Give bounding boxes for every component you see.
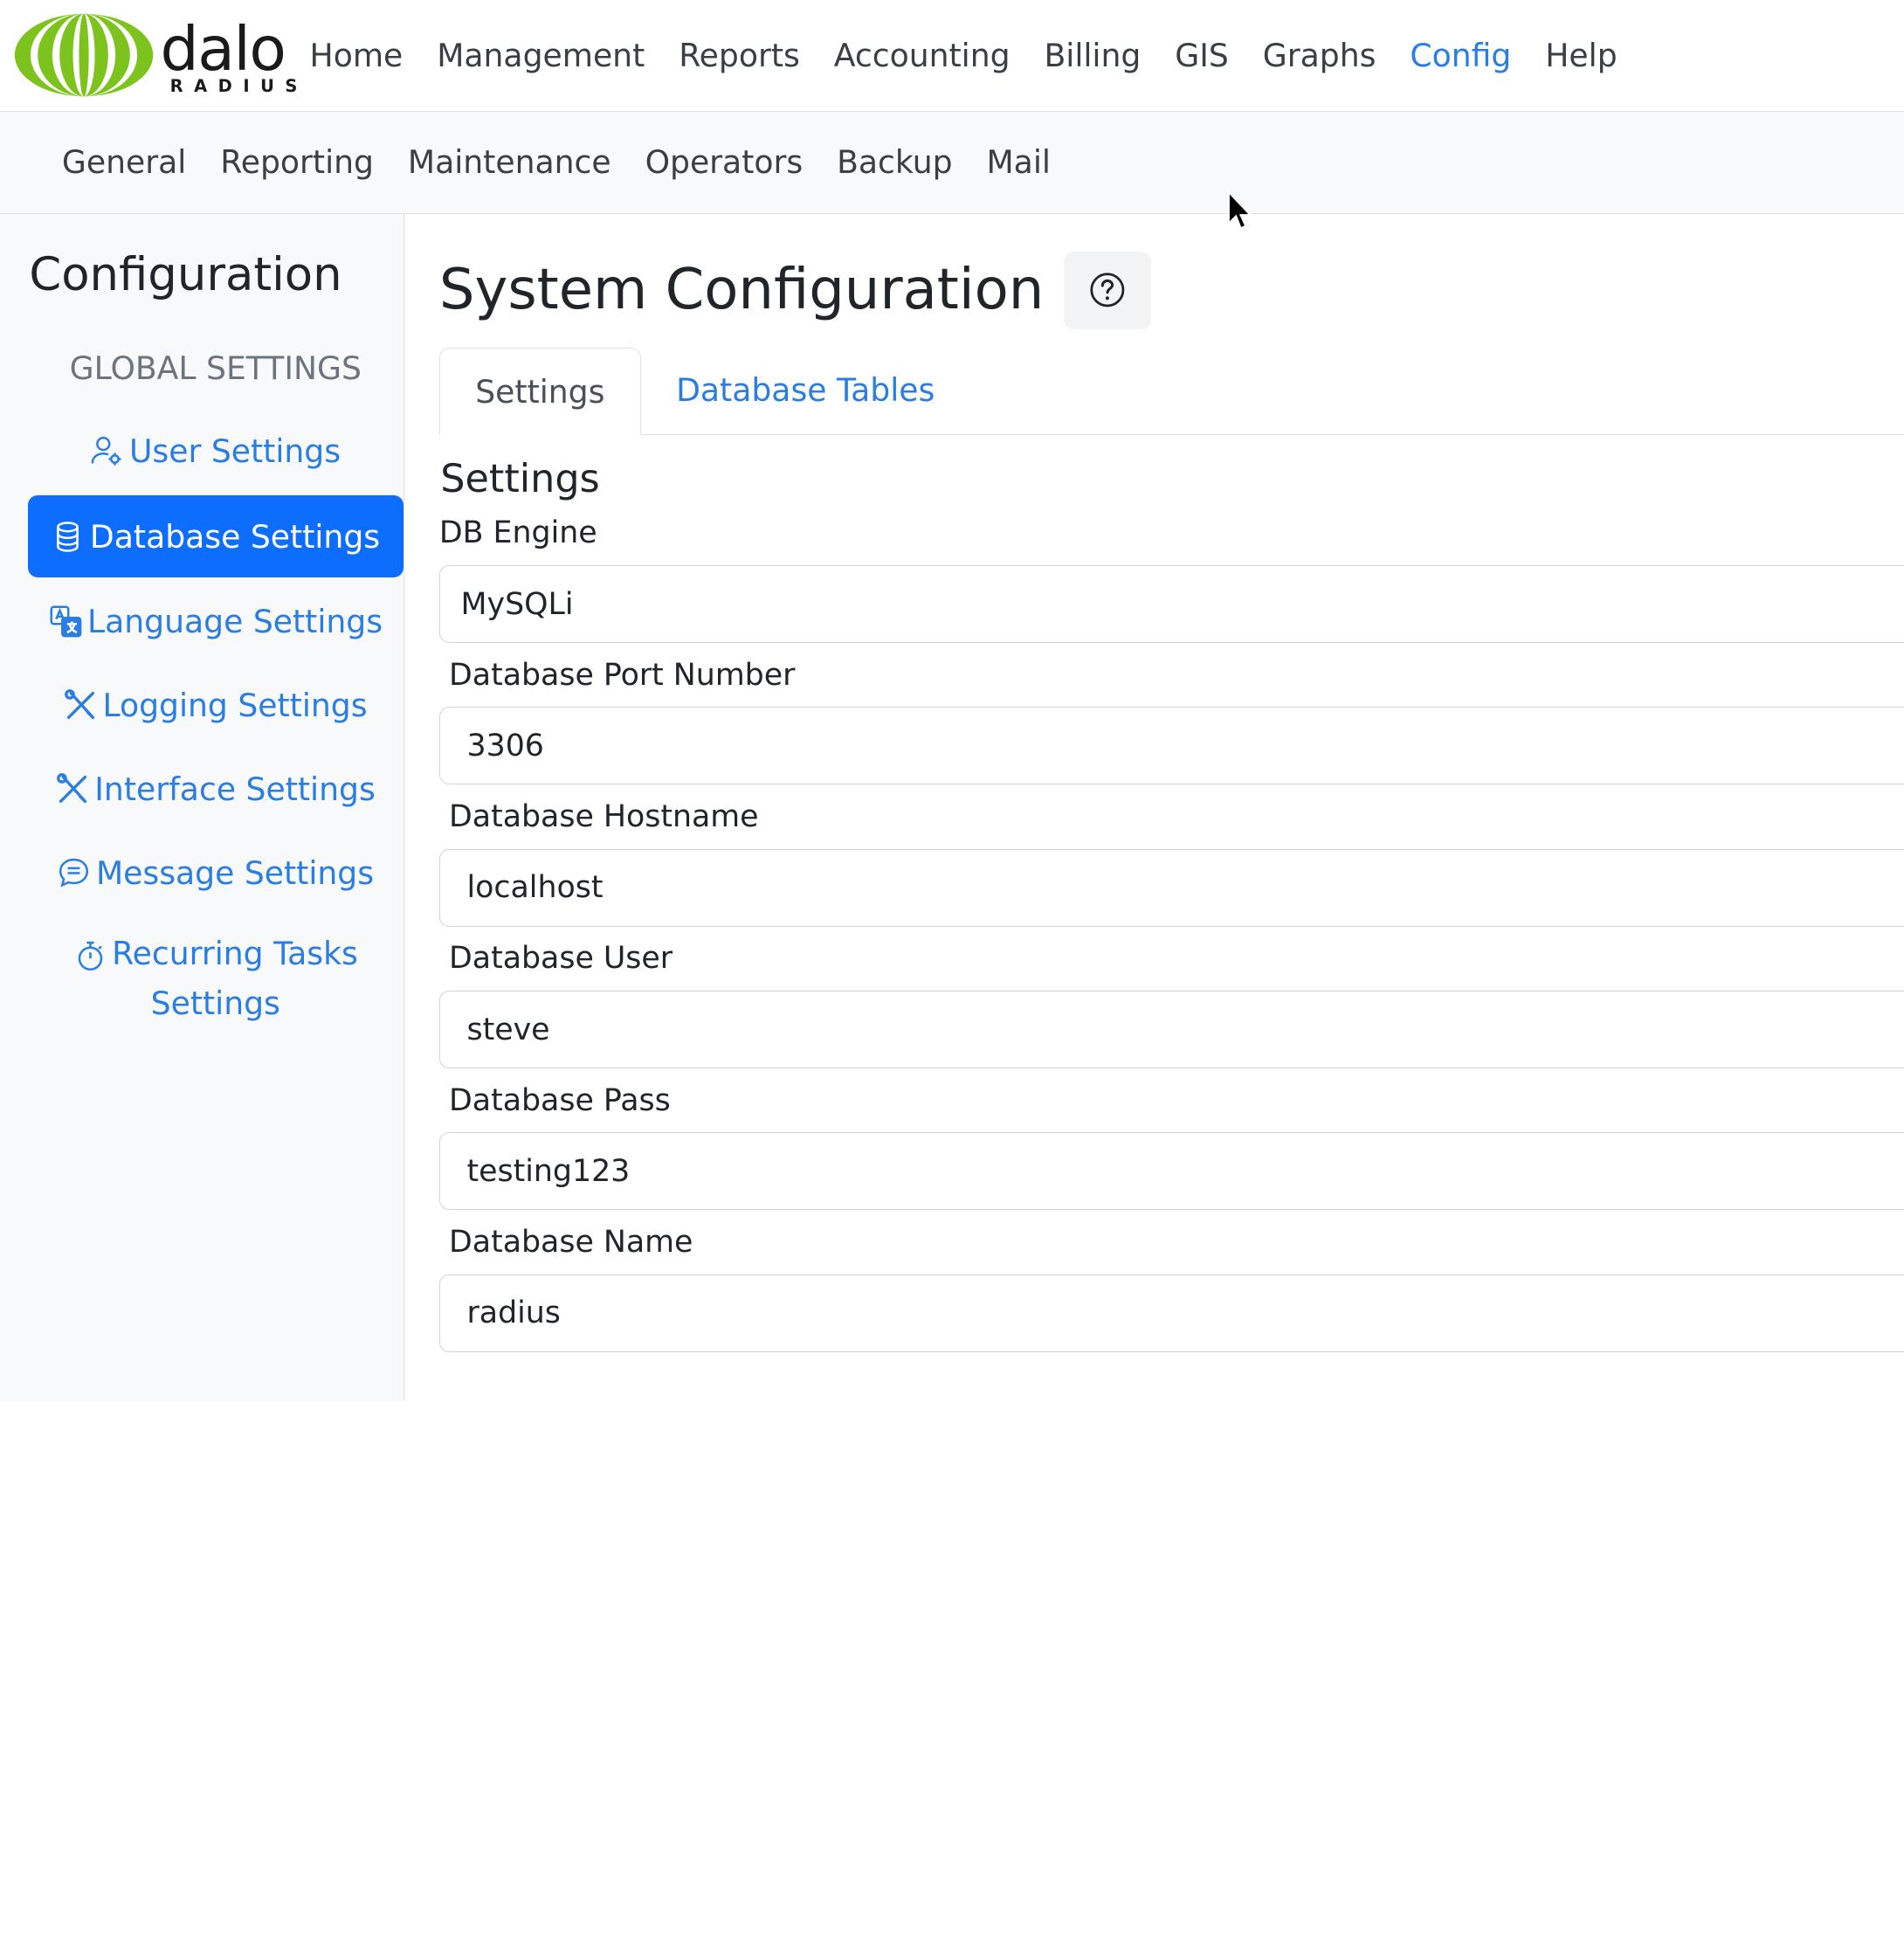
main-area: Configuration GLOBAL SETTINGS User Setti… bbox=[0, 213, 1904, 1402]
db-user-label: Database User bbox=[449, 941, 673, 977]
sidebar-item-label: Logging Settings bbox=[102, 686, 368, 724]
help-button[interactable] bbox=[1063, 251, 1151, 329]
nav-reports[interactable]: Reports bbox=[679, 37, 800, 74]
user-gear-icon bbox=[92, 437, 121, 466]
sidebar-item-label: Language Settings bbox=[86, 603, 383, 641]
tools-icon bbox=[56, 773, 86, 803]
sidebar-item-text: Recurring Tasks Settings bbox=[73, 929, 358, 1028]
mouse-cursor-icon bbox=[1227, 189, 1253, 230]
subnav-backup[interactable]: Backup bbox=[837, 143, 952, 181]
nav-home[interactable]: Home bbox=[310, 37, 404, 74]
sidebar-item-logging-settings[interactable]: Logging Settings bbox=[28, 666, 404, 746]
db-port-field[interactable] bbox=[438, 707, 1904, 785]
sidebar-heading: GLOBAL SETTINGS bbox=[69, 349, 362, 388]
sidebar-item-interface-settings[interactable]: Interface Settings bbox=[28, 749, 404, 829]
nav-graphs[interactable]: Graphs bbox=[1263, 37, 1376, 74]
logo-text: dalo bbox=[160, 13, 286, 85]
stopwatch-icon bbox=[78, 941, 102, 971]
sidebar-item-label: Message Settings bbox=[95, 853, 375, 892]
section-title: Settings bbox=[440, 456, 600, 501]
nav-gis[interactable]: GIS bbox=[1175, 37, 1229, 74]
top-navbar: dalo RADIUS Home Management Reports Acco… bbox=[0, 0, 1904, 112]
tab-settings[interactable]: Settings bbox=[438, 347, 641, 436]
sidebar-item-database-settings[interactable]: Database Settings bbox=[27, 494, 404, 578]
db-hostname-field[interactable] bbox=[438, 848, 1904, 927]
tools-icon bbox=[65, 689, 95, 720]
subnav-operators[interactable]: Operators bbox=[645, 143, 804, 181]
tab-database-tables[interactable]: Database Tables bbox=[641, 347, 970, 434]
page-title: System Configuration bbox=[438, 258, 1045, 323]
db-name-label: Database Name bbox=[449, 1225, 693, 1261]
page: dalo RADIUS Home Management Reports Acco… bbox=[0, 0, 1904, 1402]
logo-subtext: RADIUS bbox=[169, 76, 308, 97]
chat-icon bbox=[59, 858, 89, 888]
sidebar-item-label-line1: Recurring Tasks bbox=[112, 935, 358, 973]
subnav-general[interactable]: General bbox=[62, 143, 186, 181]
nav-billing[interactable]: Billing bbox=[1044, 37, 1141, 74]
sub-navbar: General Reporting Maintenance Operators … bbox=[0, 111, 1904, 214]
sidebar-item-label-line2: Settings bbox=[150, 984, 280, 1023]
subnav-maintenance[interactable]: Maintenance bbox=[408, 143, 611, 181]
sidebar-item-label: Interface Settings bbox=[94, 770, 376, 808]
nav-accounting[interactable]: Accounting bbox=[834, 37, 1011, 74]
db-pass-field[interactable] bbox=[438, 1132, 1904, 1211]
db-user-field[interactable] bbox=[438, 991, 1904, 1069]
page-title-row: System Configuration bbox=[439, 250, 1904, 330]
sidebar-item-label: Database Settings bbox=[89, 517, 381, 556]
sidebar-item-message-settings[interactable]: Message Settings bbox=[28, 832, 404, 913]
db-engine-label: DB Engine bbox=[438, 515, 597, 551]
logo-wordmark: dalo RADIUS bbox=[155, 17, 306, 97]
db-hostname-label: Database Hostname bbox=[449, 799, 759, 835]
daloradius-logo[interactable]: dalo RADIUS bbox=[12, 7, 310, 104]
sidebar-item-user-settings[interactable]: User Settings bbox=[28, 411, 404, 492]
sidebar-title: Configuration bbox=[29, 247, 342, 301]
tab-bar: Settings Database Tables bbox=[438, 347, 1904, 436]
subnav-reporting[interactable]: Reporting bbox=[220, 143, 374, 181]
sidebar-item-recurring-tasks-settings[interactable]: Recurring Tasks Settings bbox=[28, 916, 404, 1028]
sidebar-item-language-settings[interactable]: Language Settings bbox=[28, 582, 404, 662]
db-pass-label: Database Pass bbox=[449, 1082, 671, 1118]
subnav-mail[interactable]: Mail bbox=[987, 143, 1051, 181]
question-circle-icon bbox=[1090, 273, 1125, 307]
database-icon bbox=[57, 521, 79, 552]
db-port-label: Database Port Number bbox=[449, 657, 796, 693]
db-name-field[interactable] bbox=[438, 1274, 1904, 1352]
sidebar-item-label: User Settings bbox=[128, 432, 341, 471]
translate-icon bbox=[50, 605, 81, 638]
nav-management[interactable]: Management bbox=[437, 37, 645, 74]
sidebar: Configuration GLOBAL SETTINGS User Setti… bbox=[0, 213, 404, 1402]
content-panel: System Configuration Settings Database T… bbox=[404, 214, 1904, 1402]
nav-config[interactable]: Config bbox=[1410, 37, 1511, 74]
nav-help[interactable]: Help bbox=[1545, 37, 1617, 74]
logo-globe-icon bbox=[14, 14, 154, 97]
db-engine-select[interactable] bbox=[438, 565, 1904, 644]
